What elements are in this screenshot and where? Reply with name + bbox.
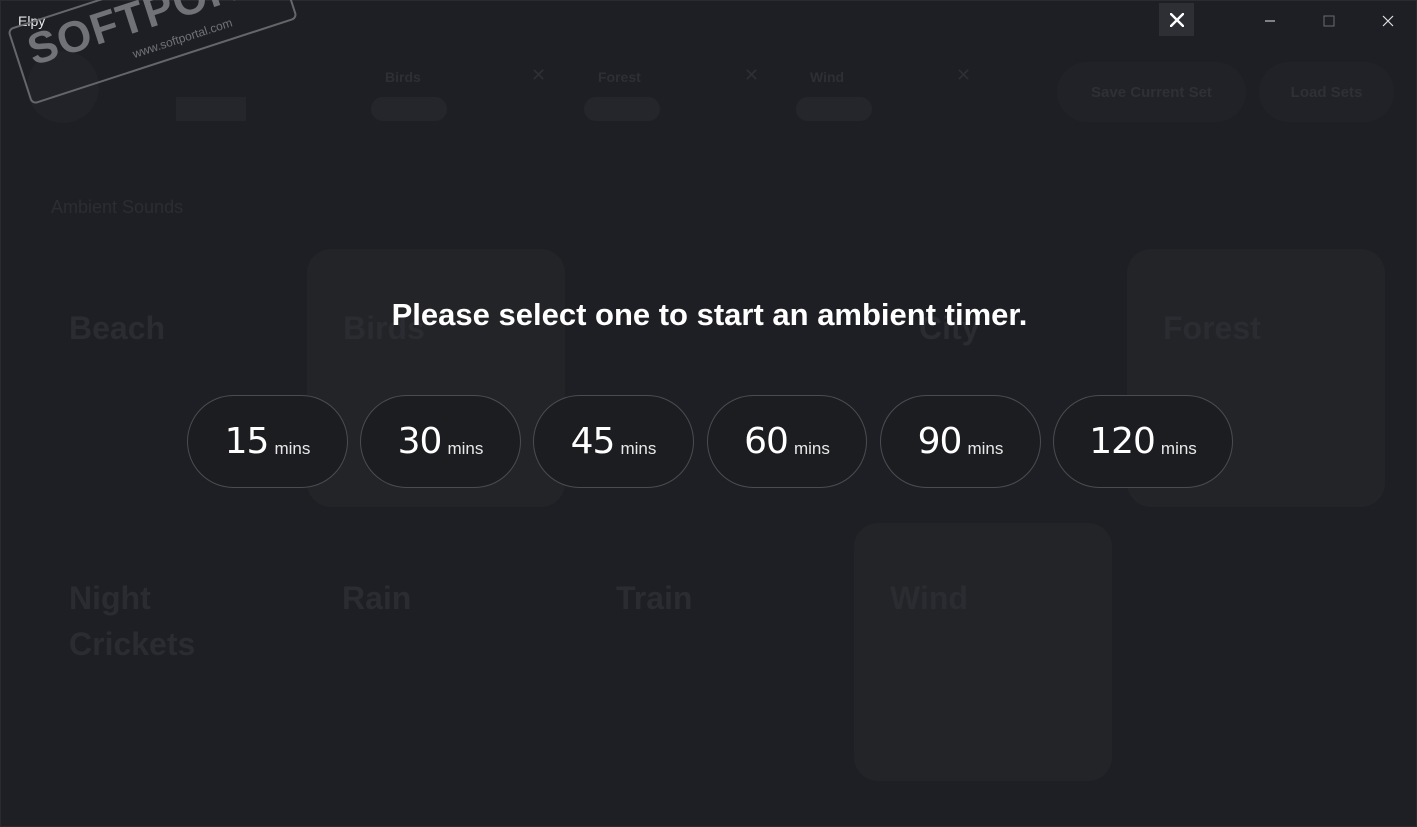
remove-icon: ✕ bbox=[956, 65, 972, 85]
mixer-slot-label: Forest bbox=[598, 69, 641, 85]
master-volume-bar bbox=[176, 97, 246, 121]
sound-card-night-crickets: Night Crickets bbox=[51, 523, 309, 781]
timer-value: 15 bbox=[224, 421, 270, 462]
timer-120-button[interactable]: 120 mins bbox=[1053, 395, 1233, 488]
sound-card-rain: Rain bbox=[324, 523, 582, 781]
sound-card-wind: Wind bbox=[854, 523, 1112, 781]
timer-value: 120 bbox=[1089, 421, 1156, 462]
close-icon bbox=[1382, 15, 1394, 27]
load-sets-button: Load Sets bbox=[1259, 62, 1394, 122]
remove-icon: ✕ bbox=[531, 65, 547, 85]
mixer-slot-forest: Forest ✕ bbox=[584, 61, 774, 121]
timer-unit: mins bbox=[274, 438, 311, 458]
timer-15-button[interactable]: 15 mins bbox=[187, 395, 348, 488]
timer-value: 60 bbox=[744, 421, 789, 462]
timer-90-button[interactable]: 90 mins bbox=[880, 395, 1041, 488]
mixer-slot-label: Birds bbox=[385, 69, 421, 85]
mixer-slot-label: Wind bbox=[810, 69, 845, 85]
timer-30-button[interactable]: 30 mins bbox=[360, 395, 521, 488]
timer-prompt: Please select one to start an ambient ti… bbox=[391, 297, 1028, 332]
minimize-button[interactable] bbox=[1241, 1, 1299, 41]
mixer-volume-bar bbox=[371, 97, 447, 121]
app-window: Elpy Birds ✕ Forest ✕ Wind ✕ Save Curren… bbox=[0, 0, 1417, 827]
minimize-icon bbox=[1265, 20, 1275, 22]
mixer-slot-birds: Birds ✕ bbox=[371, 61, 561, 121]
close-icon bbox=[1169, 12, 1184, 27]
timer-unit: mins bbox=[447, 438, 484, 458]
sound-card-label: Train bbox=[616, 580, 693, 616]
mixer-volume-bar bbox=[796, 97, 872, 121]
sound-card-train: Train bbox=[598, 523, 856, 781]
maximize-button[interactable] bbox=[1300, 1, 1358, 41]
timer-value: 45 bbox=[570, 421, 616, 462]
timer-45-button[interactable]: 45 mins bbox=[533, 395, 694, 488]
timer-60-button[interactable]: 60 mins bbox=[707, 395, 867, 488]
overlay-close-button[interactable] bbox=[1159, 3, 1194, 36]
save-current-set-button: Save Current Set bbox=[1057, 62, 1246, 122]
timer-options: 15 mins 30 mins 45 mins 60 mins 90 mins … bbox=[1, 395, 1416, 488]
mixer-slot-wind: Wind ✕ bbox=[796, 61, 986, 121]
sound-card-label: Rain bbox=[342, 580, 412, 616]
maximize-icon bbox=[1323, 15, 1335, 27]
timer-value: 30 bbox=[397, 421, 443, 462]
sound-card-label: Wind bbox=[890, 580, 968, 616]
mixer-volume-bar bbox=[584, 97, 660, 121]
timer-unit: mins bbox=[1160, 438, 1197, 458]
window-close-button[interactable] bbox=[1359, 1, 1417, 41]
sound-card-label: Night Crickets bbox=[69, 580, 196, 662]
timer-value: 90 bbox=[917, 421, 963, 462]
timer-unit: mins bbox=[793, 438, 830, 458]
remove-icon: ✕ bbox=[744, 65, 760, 85]
timer-unit: mins bbox=[620, 438, 657, 458]
section-title: Ambient Sounds bbox=[51, 197, 184, 217]
timer-unit: mins bbox=[967, 438, 1004, 458]
